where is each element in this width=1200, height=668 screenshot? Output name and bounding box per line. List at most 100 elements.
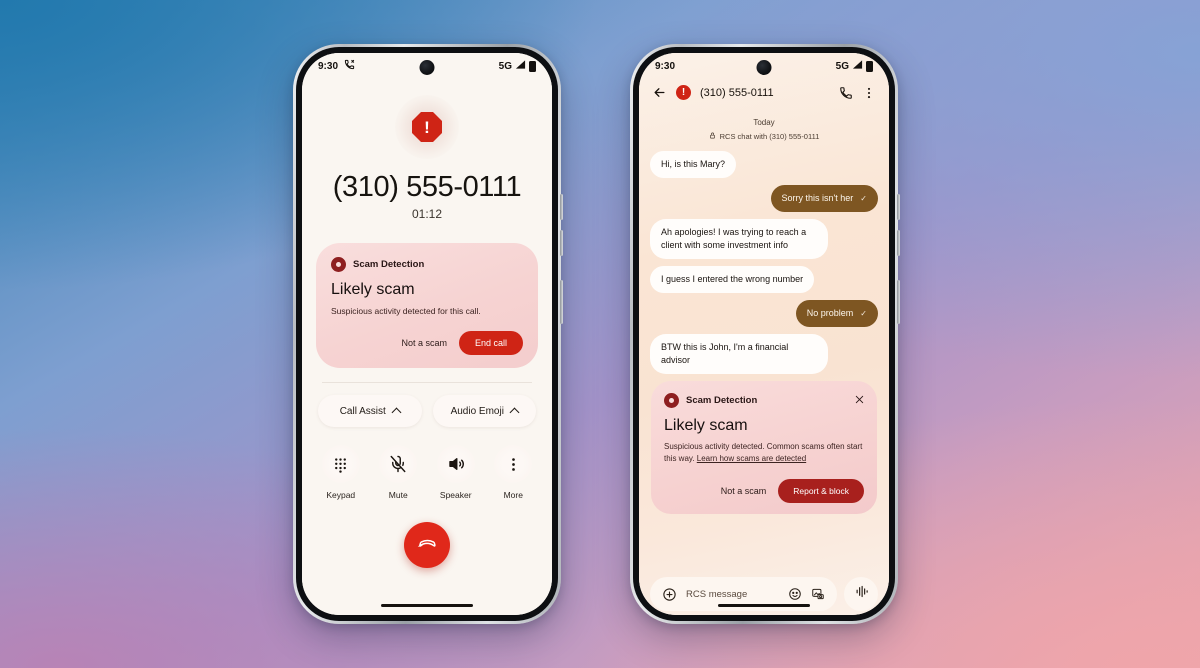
status-network: 5G <box>498 60 512 72</box>
report-and-block-button[interactable]: Report & block <box>778 479 864 504</box>
call-assist-chip[interactable]: Call Assist <box>318 395 422 428</box>
phone-chat-device: 9:30 5G ! (310) 555-0111 Today RCS chat … <box>630 44 900 624</box>
end-call-button[interactable] <box>404 522 450 569</box>
speaker-button[interactable]: Speaker <box>436 445 475 501</box>
scam-warning-avatar: ! <box>395 95 459 159</box>
day-separator: Today <box>753 118 775 127</box>
volume-up-button[interactable] <box>560 194 563 220</box>
front-camera-punch-hole <box>419 60 435 75</box>
delivered-check-icon: ✓ <box>860 193 867 203</box>
message-bubble-incoming[interactable]: Ah apologies! I was trying to reach a cl… <box>650 219 828 260</box>
home-indicator <box>381 604 473 607</box>
scam-card-title: Likely scam <box>331 281 415 298</box>
warning-glyph: ! <box>424 117 430 137</box>
audio-emoji-chip[interactable]: Audio Emoji <box>432 395 536 428</box>
signal-bars-icon <box>515 59 526 73</box>
message-bubble-incoming[interactable]: I guess I entered the wrong number <box>650 266 815 294</box>
more-button[interactable]: More <box>494 445 533 501</box>
message-row: Ah apologies! I was trying to reach a cl… <box>650 219 878 260</box>
status-network: 5G <box>835 60 849 72</box>
message-row: I guess I entered the wrong number <box>650 266 878 294</box>
message-row: BTW this is John, I'm a financial adviso… <box>650 334 878 375</box>
warning-avatar-icon: ! <box>676 85 691 100</box>
chevron-up-icon <box>391 407 402 418</box>
power-button[interactable] <box>897 280 900 324</box>
close-icon[interactable] <box>854 392 865 410</box>
audio-record-button[interactable] <box>844 577 878 611</box>
scene-background: 9:30 5G ! (310) 555-0111 01:12 Scam Dete… <box>0 0 1200 668</box>
volume-up-button[interactable] <box>897 194 900 220</box>
mute-label: Mute <box>388 490 408 501</box>
message-bubble-incoming[interactable]: BTW this is John, I'm a financial adviso… <box>650 334 828 375</box>
scam-card-label: Scam Detection <box>686 395 758 407</box>
phone-chat-screen: 9:30 5G ! (310) 555-0111 Today RCS chat … <box>639 53 889 615</box>
plus-circle-icon[interactable] <box>662 587 677 602</box>
status-bar: 9:30 5G <box>639 53 889 79</box>
more-vertical-icon <box>494 445 533 484</box>
keypad-button[interactable]: Keypad <box>321 445 360 501</box>
signal-bars-icon <box>852 59 863 73</box>
status-time: 9:30 <box>655 60 676 72</box>
audio-emoji-label: Audio Emoji <box>450 405 504 417</box>
scam-detection-shield-icon <box>664 393 679 409</box>
end-call-card-button[interactable]: End call <box>458 331 523 356</box>
phone-call-screen: 9:30 5G ! (310) 555-0111 01:12 Scam Dete… <box>302 53 552 615</box>
learn-how-scams-detected-link[interactable]: Learn how scams are detected <box>697 454 806 463</box>
home-indicator <box>718 604 810 607</box>
message-text: No problem <box>806 308 854 319</box>
message-composer: RCS message <box>639 569 889 615</box>
more-vertical-icon[interactable] <box>862 86 876 100</box>
audio-waveform-icon <box>854 584 869 604</box>
message-bubble-outgoing[interactable]: Sorry this isn't her ✓ <box>770 185 878 213</box>
chat-message-list[interactable]: Today RCS chat with (310) 555-0111 Hi, i… <box>639 108 889 569</box>
chevron-up-icon <box>509 407 520 418</box>
gallery-icon[interactable] <box>811 587 825 601</box>
phone-call-device: 9:30 5G ! (310) 555-0111 01:12 Scam Dete… <box>293 44 563 624</box>
scam-detection-shield-icon <box>331 257 346 272</box>
message-row: No problem ✓ <box>650 300 878 328</box>
scam-card-label: Scam Detection <box>353 259 425 270</box>
phone-call-icon[interactable] <box>839 86 853 100</box>
delivered-check-icon: ✓ <box>860 308 867 318</box>
hangup-icon <box>417 534 437 557</box>
call-duration: 01:12 <box>411 207 443 221</box>
power-button[interactable] <box>560 280 563 324</box>
back-arrow-icon[interactable] <box>652 85 667 100</box>
message-row: Sorry this isn't her ✓ <box>650 185 878 213</box>
call-assist-label: Call Assist <box>339 405 386 417</box>
message-bubble-outgoing[interactable]: No problem ✓ <box>795 300 878 328</box>
more-label: More <box>503 490 523 501</box>
message-text: Sorry this isn't her <box>781 193 854 204</box>
scam-card-description: Suspicious activity detected. Common sca… <box>664 441 864 465</box>
octagon-warning-icon: ! <box>412 112 442 142</box>
not-a-scam-button[interactable]: Not a scam <box>401 338 447 348</box>
scam-detection-card: Scam Detection Likely scam Suspicious ac… <box>651 381 877 515</box>
speaker-icon <box>436 445 475 484</box>
scam-card-description: Suspicious activity detected for this ca… <box>331 306 481 316</box>
keypad-label: Keypad <box>326 490 356 501</box>
active-call-icon <box>344 59 355 73</box>
status-bar: 9:30 5G <box>302 53 552 79</box>
keypad-icon <box>321 445 360 484</box>
message-row: Hi, is this Mary? <box>650 151 878 179</box>
rcs-note-text: RCS chat with (310) 555-0111 <box>719 132 820 141</box>
not-a-scam-button[interactable]: Not a scam <box>721 486 767 496</box>
emoji-icon[interactable] <box>788 587 802 601</box>
message-bubble-incoming[interactable]: Hi, is this Mary? <box>650 151 737 179</box>
mute-off-icon <box>379 445 418 484</box>
rcs-encryption-note: RCS chat with (310) 555-0111 <box>650 132 878 141</box>
battery-icon <box>529 60 536 72</box>
scam-detection-card: Scam Detection Likely scam Suspicious ac… <box>316 243 538 369</box>
lock-icon <box>709 132 716 141</box>
volume-down-button[interactable] <box>560 230 563 256</box>
chat-header: ! (310) 555-0111 <box>639 79 889 108</box>
volume-down-button[interactable] <box>897 230 900 256</box>
front-camera-punch-hole <box>756 60 772 75</box>
speaker-label: Speaker <box>439 490 472 501</box>
mute-button[interactable]: Mute <box>379 445 418 501</box>
battery-icon <box>866 60 873 72</box>
chat-contact-number: (310) 555-0111 <box>700 86 774 99</box>
avatar-glyph: ! <box>681 86 686 98</box>
message-input-placeholder: RCS message <box>686 588 748 600</box>
status-time: 9:30 <box>318 60 339 72</box>
